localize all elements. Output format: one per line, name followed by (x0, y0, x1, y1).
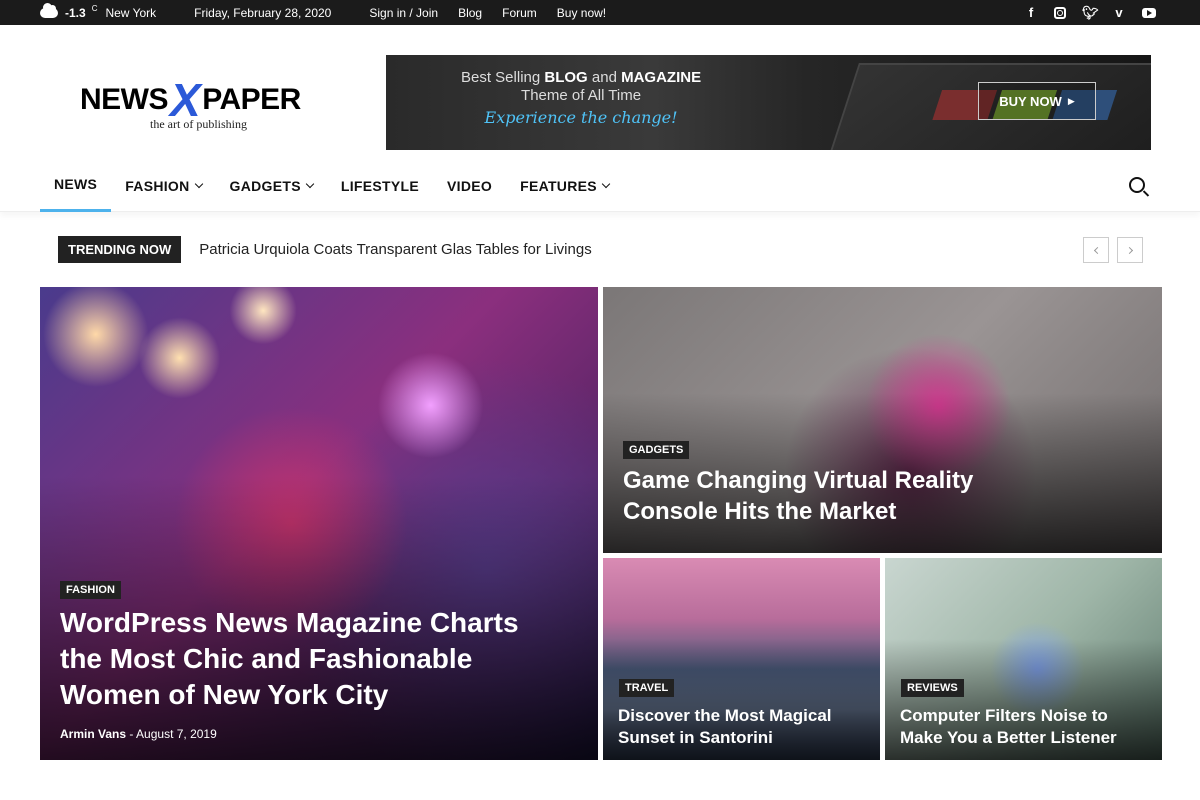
featured-card-main[interactable]: FASHION WordPress News Magazine Charts t… (40, 287, 598, 760)
temperature: -1.3 (65, 5, 86, 20)
banner-line1-blog: BLOG (544, 69, 588, 86)
trending-navigation (1083, 237, 1143, 263)
chevron-left-icon (1093, 246, 1101, 254)
current-date: Friday, February 28, 2020 (194, 5, 332, 20)
chevron-down-icon (601, 179, 611, 189)
banner-line1-prefix: Best Selling (461, 69, 545, 86)
ad-banner[interactable]: Best Selling BLOG and MAGAZINE Theme of … (386, 55, 1151, 150)
nav-item-video[interactable]: VIDEO (433, 160, 506, 212)
logo-tagline: the art of publishing (150, 117, 247, 131)
instagram-icon[interactable] (1054, 6, 1066, 19)
nav-item-news[interactable]: NEWS (40, 160, 112, 212)
buy-now-label: BUY NOW (999, 93, 1062, 109)
banner-line1-magazine: MAGAZINE (621, 69, 702, 86)
featured-card-reviews[interactable]: REVIEWS Computer Filters Noise to Make Y… (885, 558, 1162, 760)
buy-now-link[interactable]: Buy now! (557, 6, 606, 20)
nav-label: LIFESTYLE (340, 177, 420, 194)
article-title[interactable]: WordPress News Magazine Charts the Most … (60, 605, 530, 713)
buy-now-button[interactable]: BUY NOW ▶ (978, 82, 1096, 120)
article-title[interactable]: Game Changing Virtual Reality Console Hi… (623, 465, 1003, 527)
banner-text: Best Selling BLOG and MAGAZINE Theme of … (461, 69, 701, 127)
main-navigation: NEWS FASHION GADGETS LIFESTYLE VIDEO FEA… (0, 160, 1200, 212)
logo-text-right: PAPER (202, 83, 301, 116)
trending-next-button[interactable] (1117, 237, 1143, 263)
nav-label: VIDEO (447, 177, 493, 194)
nav-label: GADGETS (229, 177, 301, 194)
social-icons: f 🐦︎ v (1024, 0, 1156, 25)
chevron-down-icon (194, 179, 203, 189)
logo-x-mark: X (170, 74, 201, 126)
blog-link[interactable]: Blog (458, 6, 482, 20)
nav-item-fashion[interactable]: FASHION (111, 160, 215, 212)
banner-line1-and: and (587, 69, 622, 86)
twitter-icon[interactable]: 🐦︎ (1082, 5, 1099, 21)
category-badge[interactable]: FASHION (60, 581, 121, 599)
search-icon[interactable] (1129, 177, 1145, 193)
top-links: Sign in / Join Blog Forum Buy now! (369, 6, 606, 20)
trending-prev-button[interactable] (1083, 237, 1109, 263)
youtube-icon[interactable] (1142, 7, 1156, 18)
trending-headline[interactable]: Patricia Urquiola Coats Transparent Glas… (199, 241, 591, 258)
weather-widget: -1.3 C New York (40, 2, 157, 20)
article-title[interactable]: Discover the Most Magical Sunset in Sant… (618, 705, 858, 749)
category-badge[interactable]: TRAVEL (619, 679, 675, 697)
chevron-right-icon (1125, 246, 1133, 254)
article-author[interactable]: Armin Vans (60, 727, 126, 741)
forum-link[interactable]: Forum (502, 6, 537, 20)
logo-text-left: NEWS (80, 83, 169, 116)
trending-bar: TRENDING NOW Patricia Urquiola Coats Tra… (0, 212, 1200, 287)
site-header: NEWS X PAPER the art of publishing Best … (0, 25, 1200, 160)
nav-item-lifestyle[interactable]: LIFESTYLE (327, 160, 433, 212)
featured-card-travel[interactable]: TRAVEL Discover the Most Magical Sunset … (603, 558, 880, 760)
featured-grid: FASHION WordPress News Magazine Charts t… (40, 287, 1162, 760)
temperature-unit: C (91, 4, 98, 13)
nav-item-gadgets[interactable]: GADGETS (216, 160, 327, 212)
trending-badge: TRENDING NOW (58, 236, 182, 263)
nav-label: FEATURES (520, 177, 597, 194)
banner-slogan: Experience the change! (484, 108, 678, 127)
site-logo[interactable]: NEWS X PAPER the art of publishing (80, 74, 340, 132)
sign-in-link[interactable]: Sign in / Join (369, 6, 438, 20)
nav-label: NEWS (54, 176, 98, 192)
banner-line2: Theme of All Time (521, 87, 642, 104)
category-badge[interactable]: REVIEWS (901, 679, 964, 697)
article-title[interactable]: Computer Filters Noise to Make You a Bet… (900, 705, 1150, 749)
vimeo-icon[interactable]: v (1112, 5, 1126, 20)
article-meta: Armin Vans - August 7, 2019 (60, 727, 217, 741)
chevron-down-icon (305, 179, 315, 189)
cloud-icon (40, 2, 58, 18)
facebook-icon[interactable]: f (1024, 5, 1038, 20)
article-date: August 7, 2019 (136, 727, 217, 741)
nav-label: FASHION (125, 177, 190, 194)
category-badge[interactable]: GADGETS (623, 441, 690, 459)
play-triangle-icon: ▶ (1067, 95, 1075, 106)
nav-item-features[interactable]: FEATURES (506, 160, 623, 212)
featured-card-gadgets[interactable]: GADGETS Game Changing Virtual Reality Co… (603, 287, 1162, 553)
top-bar: -1.3 C New York Friday, February 28, 202… (0, 0, 1200, 25)
weather-city: New York (105, 5, 157, 20)
